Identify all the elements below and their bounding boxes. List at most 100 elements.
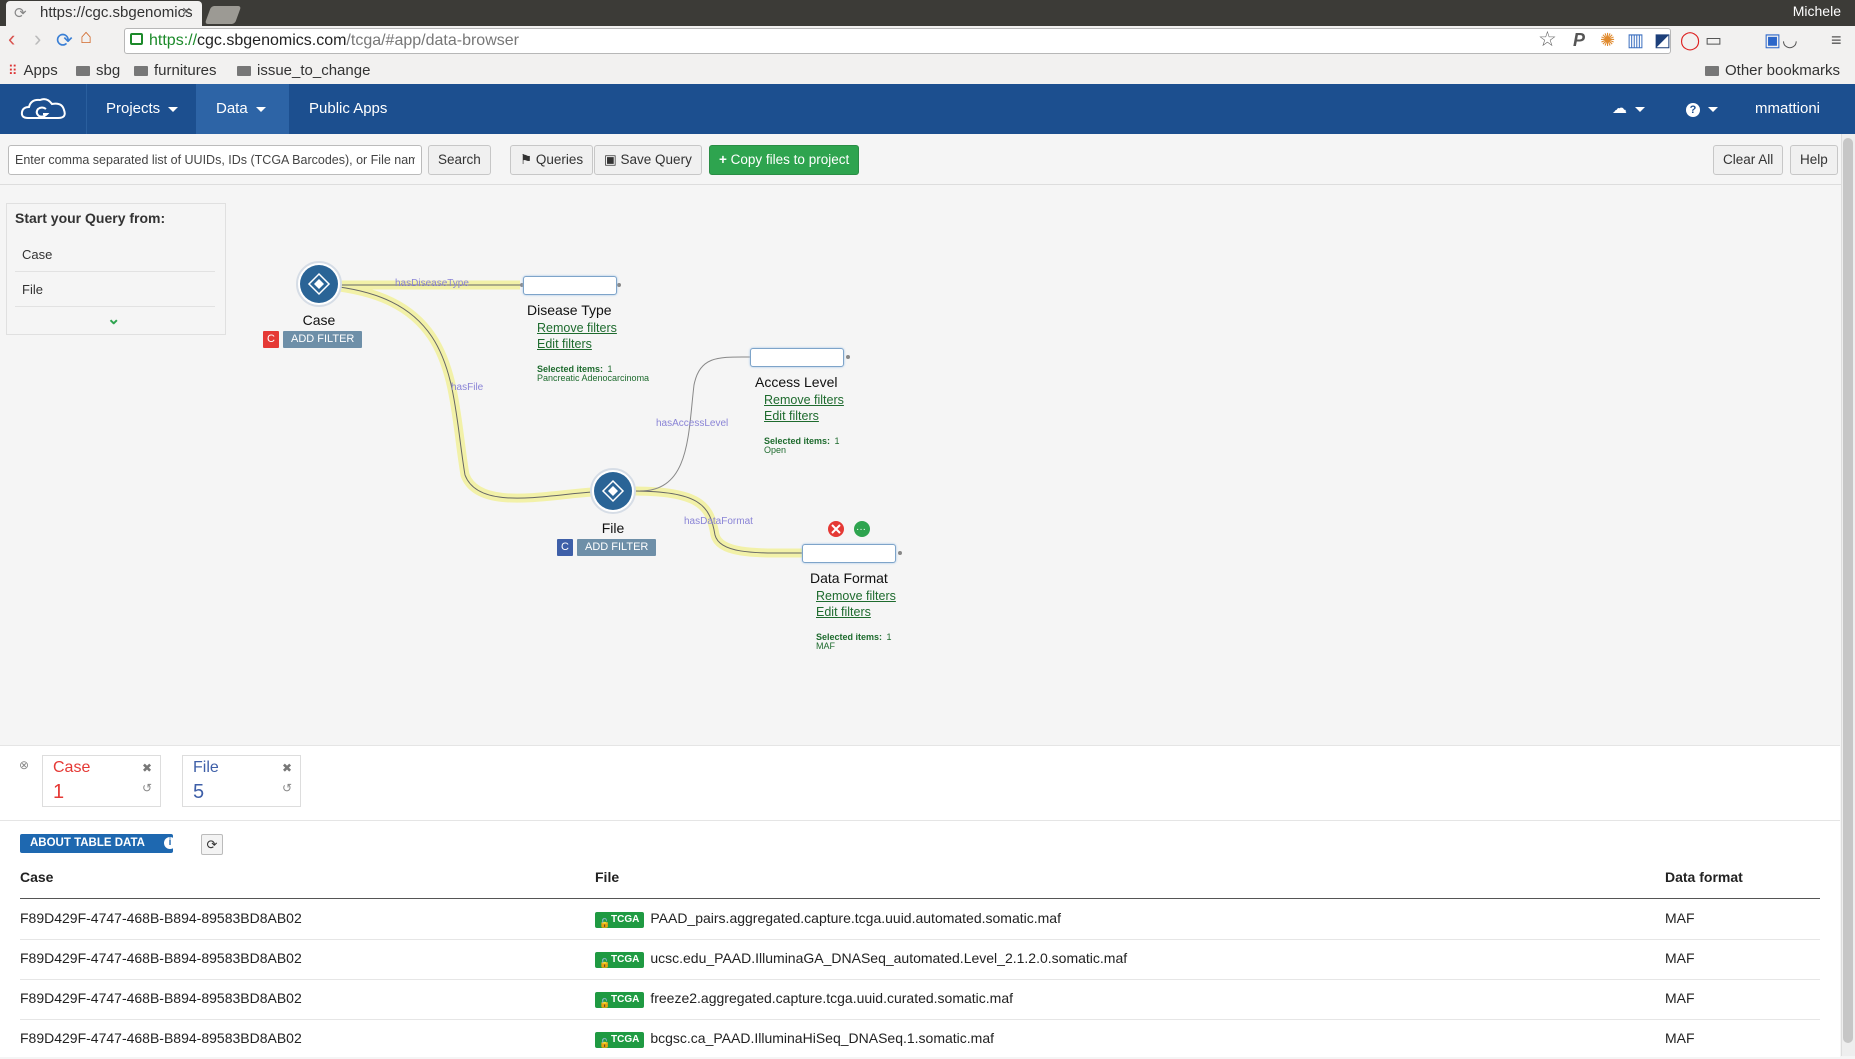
column-header-file[interactable]: File <box>595 869 619 885</box>
file-name[interactable]: freeze2.aggregated.capture.tcga.uuid.cur… <box>650 990 1013 1006</box>
disease-edit-filters-link[interactable]: Edit filters <box>537 337 592 351</box>
data-format-title: Data Format <box>810 570 888 586</box>
file-name[interactable]: bcgsc.ca_PAAD.IlluminaHiSeq_DNASeq.1.som… <box>650 1030 994 1046</box>
queries-button[interactable]: ⚑ Queries <box>510 145 594 175</box>
forward-icon[interactable]: › <box>34 26 41 52</box>
help-button[interactable]: Help <box>1790 145 1838 175</box>
scrollbar-thumb[interactable] <box>1843 138 1853 1043</box>
bookmark-furnitures[interactable]: furnitures <box>134 62 217 79</box>
undo-icon[interactable]: ↺ <box>142 781 152 795</box>
bookmark-issue-to-change[interactable]: issue_to_change <box>237 62 370 79</box>
case-id-cell[interactable]: F89D429F-4747-468B-B894-89583BD8AB02 <box>20 910 302 926</box>
collapse-counters-icon[interactable]: ⊗ <box>19 758 29 772</box>
reload-icon[interactable]: ⟳ <box>56 28 73 53</box>
bookmarks-bar: ⠿ Apps sbg furnitures issue_to_change Oth… <box>0 58 1855 84</box>
folder-icon <box>134 66 148 76</box>
unlock-icon: 🔓 <box>599 998 611 1008</box>
data-format-cell: MAF <box>1665 990 1695 1006</box>
help-menu[interactable]: ? <box>1666 84 1738 134</box>
pocket-icon[interactable]: ◡ <box>1782 30 1798 51</box>
format-edit-filters-link[interactable]: Edit filters <box>816 605 871 619</box>
chrome-menu-icon[interactable]: ≡ <box>1831 30 1842 51</box>
about-table-data-button[interactable]: ABOUT TABLE DATA <box>20 834 173 853</box>
nav-public-apps[interactable]: Public Apps <box>289 84 407 134</box>
nav-public-apps-label: Public Apps <box>309 100 388 117</box>
extension-chart-icon[interactable]: ▥ <box>1627 30 1644 51</box>
file-cell: 🔓 TCGA PAAD_pairs.aggregated.capture.tcga.… <box>595 910 1061 928</box>
data-format-input[interactable] <box>802 544 896 563</box>
close-icon[interactable]: ✖ <box>282 761 292 775</box>
tab-close-icon[interactable]: × <box>182 3 191 20</box>
back-icon[interactable]: ‹ <box>8 26 15 52</box>
edge-end-dot <box>898 551 902 555</box>
refresh-table-button[interactable]: ⟳ <box>201 834 223 855</box>
access-level-title: Access Level <box>755 374 838 390</box>
tcga-badge: 🔓 TCGA <box>595 992 645 1008</box>
case-counter[interactable]: Case 1 ✖ ↺ <box>42 755 161 807</box>
tcga-badge-label: TCGA <box>611 994 640 1005</box>
ellipsis-icon: ··· <box>856 524 866 535</box>
bookmark-label: furnitures <box>154 62 217 79</box>
format-remove-filters-link[interactable]: Remove filters <box>816 589 896 603</box>
access-level-input[interactable] <box>750 348 844 367</box>
case-id-cell[interactable]: F89D429F-4747-468B-B894-89583BD8AB02 <box>20 950 302 966</box>
bookmark-label: Other bookmarks <box>1725 62 1841 79</box>
nav-projects[interactable]: Projects <box>86 84 198 134</box>
user-menu[interactable]: mmattioni <box>1735 84 1855 162</box>
undo-icon[interactable]: ↺ <box>282 781 292 795</box>
access-remove-filters-link[interactable]: Remove filters <box>764 393 844 407</box>
tcga-badge-label: TCGA <box>611 914 640 925</box>
extension-cookie-icon[interactable]: ✺ <box>1600 30 1615 51</box>
case-node-label: Case <box>302 312 336 328</box>
counter-value: 1 <box>53 781 65 803</box>
bookmark-star-icon[interactable]: ☆ <box>1538 27 1557 52</box>
file-add-filter-button[interactable]: ADD FILTER <box>577 539 657 556</box>
table-row: F89D429F-4747-468B-B894-89583BD8AB02 🔓 TC… <box>20 939 1820 980</box>
address-bar[interactable]: https://cgc.sbgenomics.com/tcga/#app/dat… <box>124 28 1671 54</box>
search-button[interactable]: Search <box>428 145 491 175</box>
extension-opera-icon[interactable]: ◯ <box>1680 30 1700 51</box>
copy-label: Copy files to project <box>730 152 850 167</box>
refresh-favicon-icon: ⟳ <box>14 5 27 22</box>
case-id-cell[interactable]: F89D429F-4747-468B-B894-89583BD8AB02 <box>20 1030 302 1046</box>
info-icon: i <box>164 837 176 849</box>
home-icon[interactable]: ⌂ <box>80 26 92 49</box>
case-add-filter-button[interactable]: ADD FILTER <box>283 331 363 348</box>
browser-profile-name[interactable]: Michele <box>1793 3 1841 19</box>
bookmark-label: Apps <box>23 62 58 79</box>
upload-menu[interactable]: ☁ <box>1592 84 1665 134</box>
save-label: Save Query <box>620 152 692 167</box>
file-counter[interactable]: File 5 ✖ ↺ <box>182 755 301 807</box>
extension-p-icon[interactable]: P <box>1573 30 1585 51</box>
cgc-cloud-logo[interactable] <box>20 96 68 122</box>
save-query-button[interactable]: ▣ Save Query <box>594 145 702 175</box>
clear-all-button[interactable]: Clear All <box>1713 145 1784 175</box>
bookmark-apps[interactable]: ⠿ Apps <box>8 62 58 79</box>
close-icon[interactable]: ✖ <box>142 761 152 775</box>
file-cell: 🔓 TCGA freeze2.aggregated.capture.tcga.uui… <box>595 990 1013 1008</box>
case-color-badge[interactable]: C <box>263 331 279 348</box>
access-selected-value: Open <box>764 445 787 455</box>
queries-label: Queries <box>535 152 584 167</box>
selected-count: 1 <box>834 436 840 446</box>
file-name[interactable]: ucsc.edu_PAAD.IlluminaGA_DNASeq_automate… <box>650 950 1127 966</box>
selected-count: 1 <box>886 632 892 642</box>
cast-icon[interactable]: ▭ <box>1705 30 1722 51</box>
extension-check-icon[interactable]: ▣ <box>1764 30 1781 51</box>
file-color-badge[interactable]: C <box>557 539 573 556</box>
bookmark-other[interactable]: Other bookmarks <box>1705 62 1840 79</box>
file-name[interactable]: PAAD_pairs.aggregated.capture.tcga.uuid.… <box>650 910 1061 926</box>
disease-remove-filters-link[interactable]: Remove filters <box>537 321 617 335</box>
access-edit-filters-link[interactable]: Edit filters <box>764 409 819 423</box>
folder-icon <box>1705 66 1719 76</box>
case-id-cell[interactable]: F89D429F-4747-468B-B894-89583BD8AB02 <box>20 990 302 1006</box>
disease-type-input[interactable] <box>523 276 617 295</box>
copy-files-button[interactable]: + Copy files to project <box>709 145 860 175</box>
column-header-case[interactable]: Case <box>20 869 53 885</box>
nav-data[interactable]: Data <box>196 84 289 134</box>
column-header-data-format[interactable]: Data format <box>1665 869 1743 885</box>
extension-flag-icon[interactable]: ◩ <box>1654 30 1671 51</box>
bookmark-sbg[interactable]: sbg <box>76 62 120 79</box>
browser-tab[interactable]: https://cgc.sbgenomics <box>6 1 202 26</box>
search-input[interactable] <box>8 145 422 175</box>
